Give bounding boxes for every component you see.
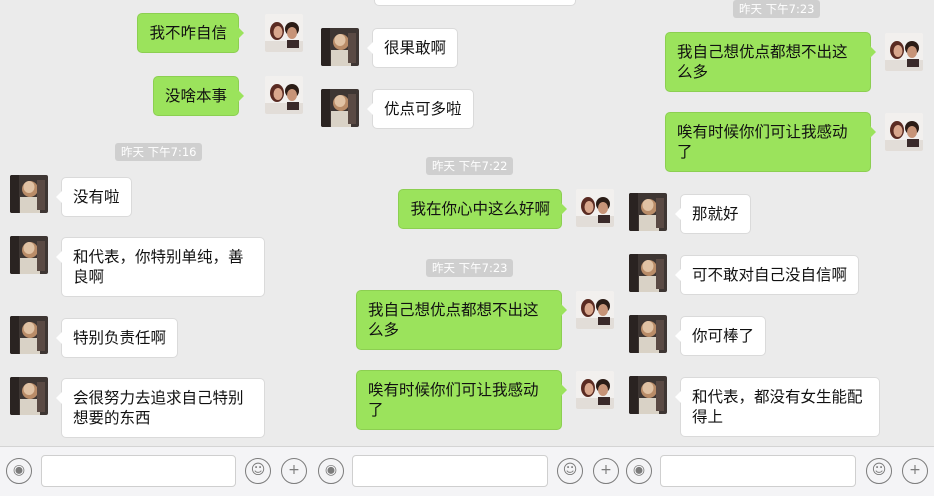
avatar-friend[interactable] <box>321 28 359 66</box>
avatar-self[interactable] <box>576 189 614 227</box>
avatar-friend[interactable] <box>10 316 48 354</box>
timestamp: 昨天 下午7:23 <box>426 259 514 277</box>
chat-panel-1: 我不咋自信 没啥本事 昨天 下午7:16 没有啦 和代表，你特别单纯，善良啊 特… <box>0 0 312 496</box>
timestamp: 昨天 下午7:23 <box>733 0 821 18</box>
avatar-friend[interactable] <box>629 193 667 231</box>
message-bubble-incoming[interactable]: 你可棒了 <box>674 316 767 356</box>
message-text: 唉有时候你们可让我感动了 <box>677 123 848 161</box>
message-text: 会很努力去追求自己特别想要的东西 <box>73 389 244 427</box>
avatar-self[interactable] <box>265 76 303 114</box>
message-text: 和代表，都没有女生能配得上 <box>692 388 863 426</box>
message-text: 我自己想优点都想不出这么多 <box>368 301 539 339</box>
message-text: 没有啦 <box>73 188 120 206</box>
timestamp: 昨天 下午7:22 <box>426 157 514 175</box>
message-text: 优点可多啦 <box>384 100 462 118</box>
message-bubble-outgoing[interactable]: 唉有时候你们可让我感动了 <box>665 112 876 172</box>
message-text: 没啥本事 <box>164 87 227 105</box>
message-bubble-incoming[interactable]: 那就好 <box>675 194 751 234</box>
message-bubble-incoming[interactable]: 可不敢对自己没自信啊 <box>674 255 860 295</box>
avatar-self[interactable] <box>576 291 614 329</box>
input-toolbar: ◉ ☺ + <box>312 446 623 496</box>
message-input[interactable] <box>660 455 856 487</box>
message-input[interactable] <box>41 455 236 487</box>
emoji-icon[interactable]: ☺ <box>866 458 892 484</box>
message-bubble-incoming[interactable]: 会很努力去追求自己特别想要的东西 <box>56 378 265 438</box>
message-text: 和代表，你特别单纯，善良啊 <box>73 248 244 286</box>
message-text: 我不咋自信 <box>149 24 227 42</box>
avatar-friend[interactable] <box>629 376 667 414</box>
voice-icon[interactable]: ◉ <box>6 458 32 484</box>
message-bubble-outgoing[interactable]: 没啥本事 <box>152 76 245 116</box>
avatar-self[interactable] <box>576 371 614 409</box>
message-bubble-partial <box>374 0 576 6</box>
avatar-self[interactable] <box>265 14 303 52</box>
message-bubble-outgoing[interactable]: 我自己想优点都想不出这么多 <box>665 32 876 92</box>
chat-panel-2: 很果敢啊 优点可多啦 昨天 下午7:22 我在你心中这么好啊 昨天 下午7:23… <box>312 0 623 496</box>
avatar-self[interactable] <box>885 113 923 151</box>
message-text: 可不敢对自己没自信啊 <box>692 266 848 284</box>
message-bubble-incoming[interactable]: 优点可多啦 <box>367 89 474 129</box>
plus-icon[interactable]: + <box>593 458 619 484</box>
message-bubble-outgoing[interactable]: 我在你心中这么好啊 <box>398 189 567 229</box>
message-text: 那就好 <box>692 205 739 223</box>
message-text: 我在你心中这么好啊 <box>410 200 550 218</box>
message-bubble-incoming[interactable]: 和代表，你特别单纯，善良啊 <box>56 237 265 297</box>
avatar-friend[interactable] <box>629 254 667 292</box>
avatar-friend[interactable] <box>10 377 48 415</box>
message-bubble-incoming[interactable]: 没有啦 <box>56 177 132 217</box>
input-toolbar: ◉ ☺ + <box>623 446 934 496</box>
avatar-self[interactable] <box>885 33 923 71</box>
avatar-friend[interactable] <box>321 89 359 127</box>
plus-icon[interactable]: + <box>902 458 928 484</box>
message-bubble-outgoing[interactable]: 唉有时候你们可让我感动了 <box>356 370 567 430</box>
message-bubble-outgoing[interactable]: 我不咋自信 <box>137 13 244 53</box>
voice-icon[interactable]: ◉ <box>318 458 344 484</box>
timestamp: 昨天 下午7:16 <box>115 143 203 161</box>
plus-icon[interactable]: + <box>281 458 307 484</box>
avatar-friend[interactable] <box>629 315 667 353</box>
emoji-icon[interactable]: ☺ <box>557 458 583 484</box>
message-text: 很果敢啊 <box>384 39 447 57</box>
message-input[interactable] <box>352 455 548 487</box>
emoji-icon[interactable]: ☺ <box>245 458 271 484</box>
message-text: 我自己想优点都想不出这么多 <box>677 43 848 81</box>
chat-panel-3: 昨天 下午7:23 我自己想优点都想不出这么多 唉有时候你们可让我感动了 那就好… <box>623 0 934 496</box>
message-text: 你可棒了 <box>692 327 755 345</box>
input-toolbar: ◉ ☺ + <box>0 446 312 496</box>
message-bubble-outgoing[interactable]: 我自己想优点都想不出这么多 <box>356 290 567 350</box>
message-text: 特别负责任啊 <box>73 329 167 347</box>
message-bubble-incoming[interactable]: 和代表，都没有女生能配得上 <box>675 377 880 437</box>
message-bubble-incoming[interactable]: 特别负责任啊 <box>55 318 179 358</box>
avatar-friend[interactable] <box>10 175 48 213</box>
message-bubble-incoming[interactable]: 很果敢啊 <box>366 28 459 68</box>
avatar-friend[interactable] <box>10 236 48 274</box>
message-text: 唉有时候你们可让我感动了 <box>368 381 539 419</box>
voice-icon[interactable]: ◉ <box>626 458 652 484</box>
